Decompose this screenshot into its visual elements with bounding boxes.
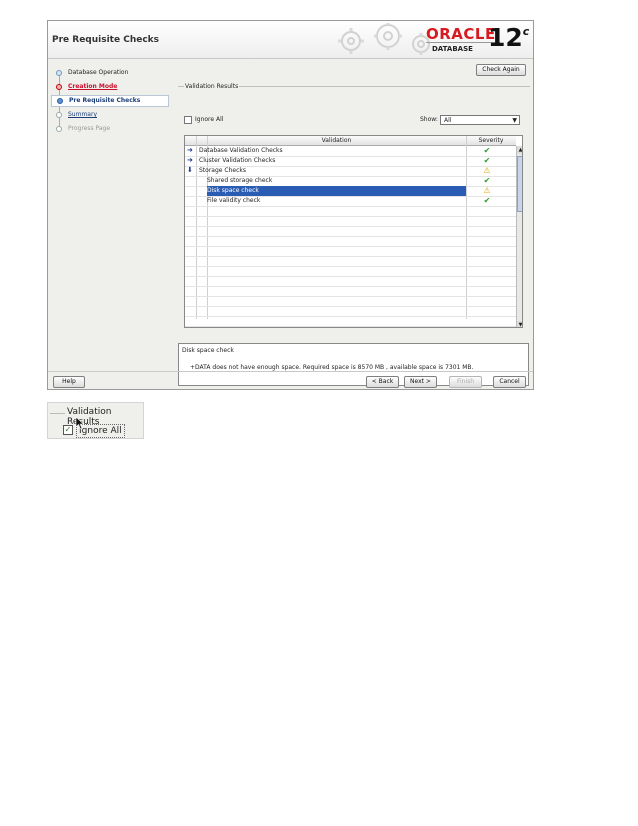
expanded-arrow-icon[interactable]: ⬇ <box>187 166 193 174</box>
row-line <box>185 326 516 327</box>
cancel-button[interactable]: Cancel <box>493 376 526 388</box>
button-bar: Help < Back Next > Finish Cancel <box>48 371 533 389</box>
row-line <box>185 236 516 237</box>
row-line <box>185 306 516 307</box>
header-banner: Pre Requisite Checks ORACLE DATABASE 12c <box>48 21 533 59</box>
warning-icon: ⚠ <box>483 166 491 175</box>
version-number: 12 <box>488 23 523 52</box>
validation-label: Shared storage check <box>207 177 273 184</box>
validation-results-group-title: Validation Results <box>184 83 240 90</box>
validation-label: Cluster Validation Checks <box>199 157 276 164</box>
step-error-icon <box>56 84 62 90</box>
nav-item-label: Pre Requisite Checks <box>69 97 141 104</box>
row-line <box>185 226 516 227</box>
step-pending-icon <box>56 112 62 118</box>
finish-button: Finish <box>449 376 482 388</box>
collapsed-arrow-icon[interactable]: ➜ <box>187 146 193 154</box>
show-label: Show: <box>420 116 438 123</box>
success-check-icon: ✔ <box>483 196 491 205</box>
scroll-up-icon[interactable]: ▲ <box>517 146 522 154</box>
details-message: +DATA does not have enough space. Requir… <box>190 364 474 371</box>
collapsed-arrow-icon[interactable]: ➜ <box>187 156 193 164</box>
row-line <box>185 286 516 287</box>
nav-item-label: Progress Page <box>68 125 111 132</box>
check-again-button[interactable]: Check Again <box>476 64 526 76</box>
show-filter-select[interactable]: All ▼ <box>440 115 520 125</box>
step-current-icon <box>57 98 63 104</box>
scrollbar-thumb[interactable] <box>517 156 522 212</box>
validation-table: Validation Severity ➜ Database Validation… <box>184 135 523 328</box>
row-line <box>185 246 516 247</box>
table-row[interactable]: Disk space check ⚠ <box>185 186 516 196</box>
table-scrollbar[interactable]: ▲ ▼ <box>516 146 522 327</box>
column-header-validation[interactable]: Validation <box>207 137 466 144</box>
database-wordmark: DATABASE <box>432 45 473 53</box>
validation-label: Disk space check <box>207 187 259 194</box>
ignore-all-label: Ignore All <box>195 116 224 123</box>
validation-label: Storage Checks <box>199 167 246 174</box>
row-line <box>185 276 516 277</box>
step-navigator: Database Operation Creation Mode Pre Req… <box>48 58 171 368</box>
ignore-all-checkbox[interactable]: ✓ <box>63 425 73 435</box>
content-panel: Check Again Validation Results Ignore Al… <box>176 58 531 386</box>
help-button[interactable]: Help <box>53 376 85 388</box>
warning-icon: ⚠ <box>483 186 491 195</box>
success-check-icon: ✔ <box>483 176 491 185</box>
table-row[interactable]: ➜ Cluster Validation Checks ✔ <box>185 156 516 166</box>
validation-label: File validity check <box>207 197 261 204</box>
success-check-icon: ✔ <box>483 146 491 155</box>
checkmark-icon: ✓ <box>64 425 72 434</box>
row-line <box>185 296 516 297</box>
nav-item-pre-requisite-checks[interactable]: Pre Requisite Checks <box>51 95 169 107</box>
back-button[interactable]: < Back <box>366 376 399 388</box>
step-future-icon <box>56 126 62 132</box>
validation-label: Database Validation Checks <box>199 147 283 154</box>
oracle-wordmark: ORACLE <box>426 25 496 43</box>
table-row[interactable]: Shared storage check ✔ <box>185 176 516 186</box>
row-line <box>185 316 516 317</box>
scroll-down-icon[interactable]: ▼ <box>517 321 522 327</box>
nav-item-label: Creation Mode <box>68 83 118 90</box>
next-button[interactable]: Next > <box>404 376 437 388</box>
success-check-icon: ✔ <box>483 156 491 165</box>
step-done-icon <box>56 70 62 76</box>
page-title: Pre Requisite Checks <box>52 35 160 45</box>
show-filter-value: All <box>444 117 452 124</box>
row-line <box>185 206 516 207</box>
table-row[interactable]: ➜ Database Validation Checks ✔ <box>185 146 516 156</box>
mouse-cursor-icon <box>75 416 85 430</box>
dropdown-arrow-icon: ▼ <box>512 117 517 124</box>
ignore-all-checkbox[interactable] <box>184 116 192 124</box>
table-row[interactable]: ⬇ Storage Checks ⚠ <box>185 166 516 176</box>
version-suffix: c <box>522 24 530 38</box>
table-row[interactable]: File validity check ✔ <box>185 196 516 206</box>
row-line <box>185 256 516 257</box>
row-line <box>185 266 516 267</box>
version-mark: 12c <box>488 23 529 52</box>
installer-window: Pre Requisite Checks ORACLE DATABASE 12c <box>47 20 534 390</box>
details-title: Disk space check <box>182 347 234 354</box>
nav-item-label: Database Operation <box>68 69 129 76</box>
row-line <box>185 216 516 217</box>
zoomed-detail: Validation Results ✓ Ignore All <box>47 402 144 439</box>
column-header-severity[interactable]: Severity <box>466 137 516 144</box>
nav-item-label: Summary <box>68 111 97 118</box>
